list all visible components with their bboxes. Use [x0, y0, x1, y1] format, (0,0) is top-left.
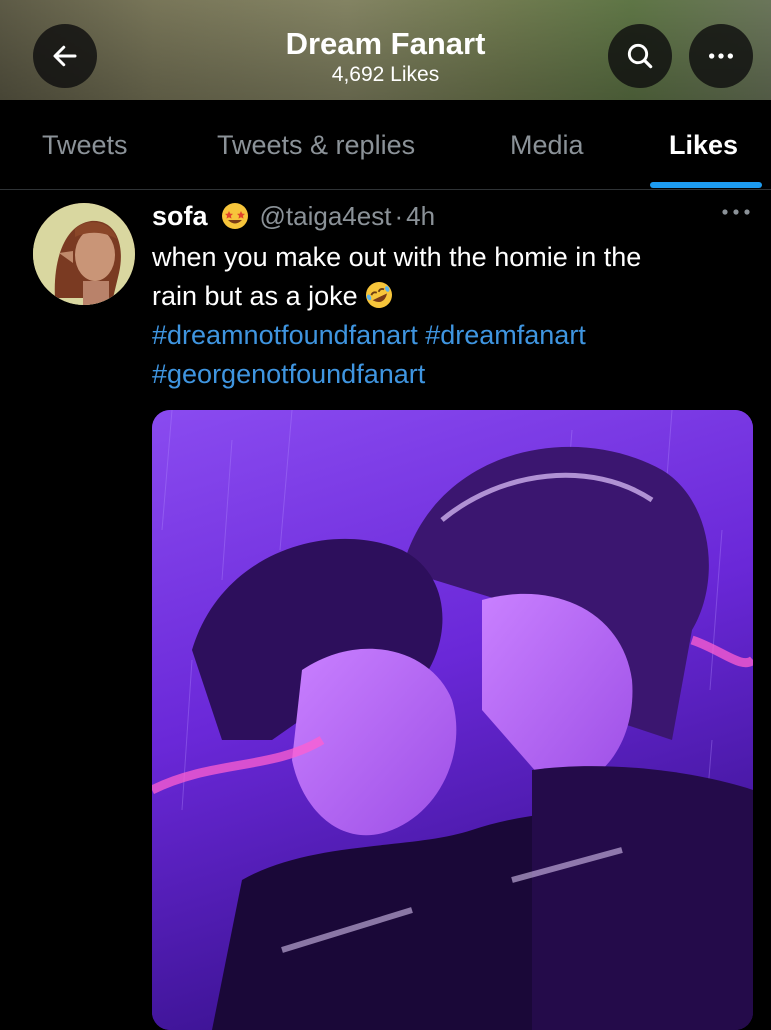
more-button[interactable]: [689, 24, 753, 88]
author-handle[interactable]: @taiga4est: [260, 201, 392, 232]
separator-dot: ·: [394, 200, 404, 231]
star-struck-emoji-icon: [221, 203, 248, 229]
hashtag-link[interactable]: #georgenotfoundfanart: [152, 359, 425, 389]
tweet-text-content: rain but as a joke: [152, 281, 358, 311]
profile-header-banner: Dream Fanart 4,692 Likes: [0, 0, 771, 100]
tab-tweets-and-replies[interactable]: Tweets & replies: [217, 100, 415, 189]
search-icon: [627, 43, 653, 69]
fanart-illustration: [152, 410, 753, 1030]
hashtag-link[interactable]: #dreamfanart: [425, 320, 586, 350]
tweet-timestamp[interactable]: 4h: [406, 201, 435, 232]
tab-likes[interactable]: Likes: [669, 100, 738, 189]
avatar-portrait-icon: [33, 203, 135, 305]
tweet-text-line: when you make out with the homie in the: [152, 242, 642, 272]
more-horizontal-icon: [709, 53, 733, 59]
tweet-body: when you make out with the homie in the …: [152, 238, 742, 394]
hashtag-row-2: #georgenotfoundfanart: [152, 355, 742, 394]
profile-tabs: Tweets Tweets & replies Media Likes: [0, 100, 771, 190]
tab-tweets[interactable]: Tweets: [42, 100, 128, 189]
tweet-header: sofa @taiga4est · 4h: [152, 198, 435, 234]
search-button[interactable]: [608, 24, 672, 88]
more-horizontal-icon: [722, 209, 750, 215]
active-tab-indicator: [650, 182, 762, 188]
hashtag-row: #dreamnotfoundfanart #dreamfanart: [152, 316, 742, 355]
rolling-on-floor-laughing-emoji-icon: [365, 282, 392, 308]
author-name[interactable]: sofa: [152, 201, 208, 232]
tweet-more-button[interactable]: [718, 200, 754, 224]
avatar[interactable]: [33, 203, 135, 305]
tab-media[interactable]: Media: [510, 100, 584, 189]
hashtag-link[interactable]: #dreamnotfoundfanart: [152, 320, 418, 350]
tweet-media-image[interactable]: [152, 410, 753, 1030]
tweet-text-line-2: rain but as a joke: [152, 277, 742, 316]
